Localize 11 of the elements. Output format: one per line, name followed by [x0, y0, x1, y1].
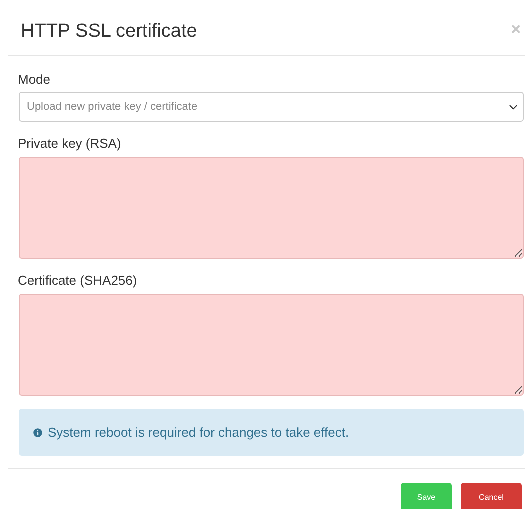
- info-icon: [32, 426, 44, 438]
- mode-select[interactable]: Upload new private key / certificate: [19, 92, 524, 122]
- text-area[interactable]: [19, 294, 524, 396]
- save-button[interactable]: Save: [401, 483, 452, 509]
- text-area[interactable]: [19, 157, 524, 259]
- alert-text: System reboot is required for changes to take effect.: [48, 424, 350, 442]
- field-label: Mode: [18, 72, 52, 88]
- field-label: Certificate (SHA256): [18, 273, 138, 289]
- dialog-title: HTTP SSL certificate: [21, 20, 198, 44]
- field-label: Private key (RSA): [18, 136, 122, 152]
- cancel-button[interactable]: Cancel: [461, 483, 522, 509]
